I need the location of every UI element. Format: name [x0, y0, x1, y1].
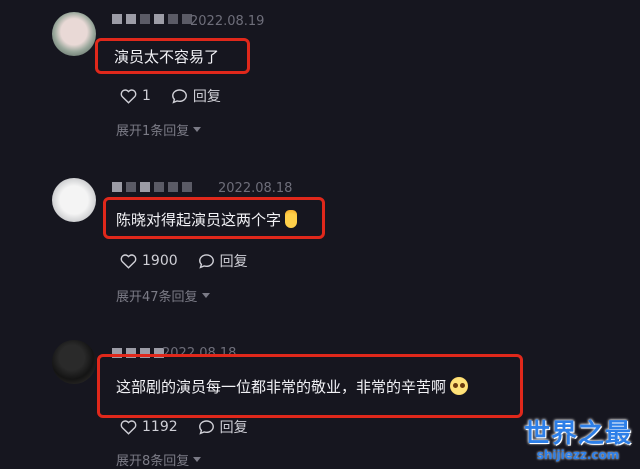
comment-text-content: 陈晓对得起演员这两个字 — [116, 211, 282, 229]
watermark-title: 世界之最 — [523, 419, 632, 449]
flexed-biceps-icon — [285, 210, 298, 228]
comment-actions: 1192 回复 — [120, 417, 248, 437]
like-button[interactable]: 1 — [120, 88, 151, 104]
comment-text: 这部剧的演员每一位都非常的敬业，非常的辛苦啊 — [116, 376, 469, 397]
chat-bubble-icon — [171, 89, 187, 104]
reply-button[interactable]: 回复 — [198, 417, 248, 437]
chevron-down-icon — [193, 127, 202, 132]
reply-label: 回复 — [192, 89, 221, 105]
chevron-down-icon — [193, 457, 202, 462]
chevron-down-icon — [201, 293, 210, 298]
expand-replies-button[interactable]: 展开1条回复 — [116, 120, 202, 139]
avatar[interactable] — [52, 12, 96, 56]
like-count: 1900 — [142, 253, 178, 269]
comment-text: 陈晓对得起演员这两个字 — [116, 209, 298, 230]
reply-label: 回复 — [219, 420, 248, 436]
username-mosaic[interactable] — [112, 14, 192, 24]
reply-button[interactable]: 回复 — [198, 251, 248, 271]
reply-button[interactable]: 回复 — [171, 86, 221, 106]
comment-date: 2022.08.19 — [190, 14, 265, 29]
comment-actions: 1900 回复 — [120, 251, 248, 271]
comment-actions: 1 回复 — [120, 86, 221, 106]
pleading-face-icon — [450, 377, 469, 395]
avatar[interactable] — [52, 340, 96, 384]
expand-replies-label: 展开8条回复 — [116, 454, 190, 469]
heart-icon — [120, 89, 137, 104]
like-button[interactable]: 1900 — [120, 253, 178, 269]
chat-bubble-icon — [198, 254, 214, 269]
like-button[interactable]: 1192 — [120, 419, 178, 435]
avatar[interactable] — [52, 178, 96, 222]
expand-replies-button[interactable]: 展开8条回复 — [116, 450, 202, 469]
expand-replies-button[interactable]: 展开47条回复 — [116, 286, 210, 305]
reply-label: 回复 — [219, 254, 248, 270]
heart-icon — [120, 420, 137, 435]
site-watermark: 世界之最 shijiezz.com — [524, 413, 632, 462]
expand-replies-label: 展开47条回复 — [116, 290, 198, 305]
heart-icon — [120, 254, 137, 269]
comment-text: 演员太不容易了 — [114, 48, 220, 66]
expand-replies-label: 展开1条回复 — [116, 124, 190, 139]
comment-date: 2022.08.18 — [218, 181, 293, 196]
comment-text-content: 这部剧的演员每一位都非常的敬业，非常的辛苦啊 — [116, 378, 447, 396]
like-count: 1192 — [142, 419, 178, 435]
chat-bubble-icon — [198, 420, 214, 435]
like-count: 1 — [142, 88, 151, 104]
watermark-url: shijiezz.com — [536, 448, 620, 462]
username-mosaic[interactable] — [112, 182, 192, 192]
